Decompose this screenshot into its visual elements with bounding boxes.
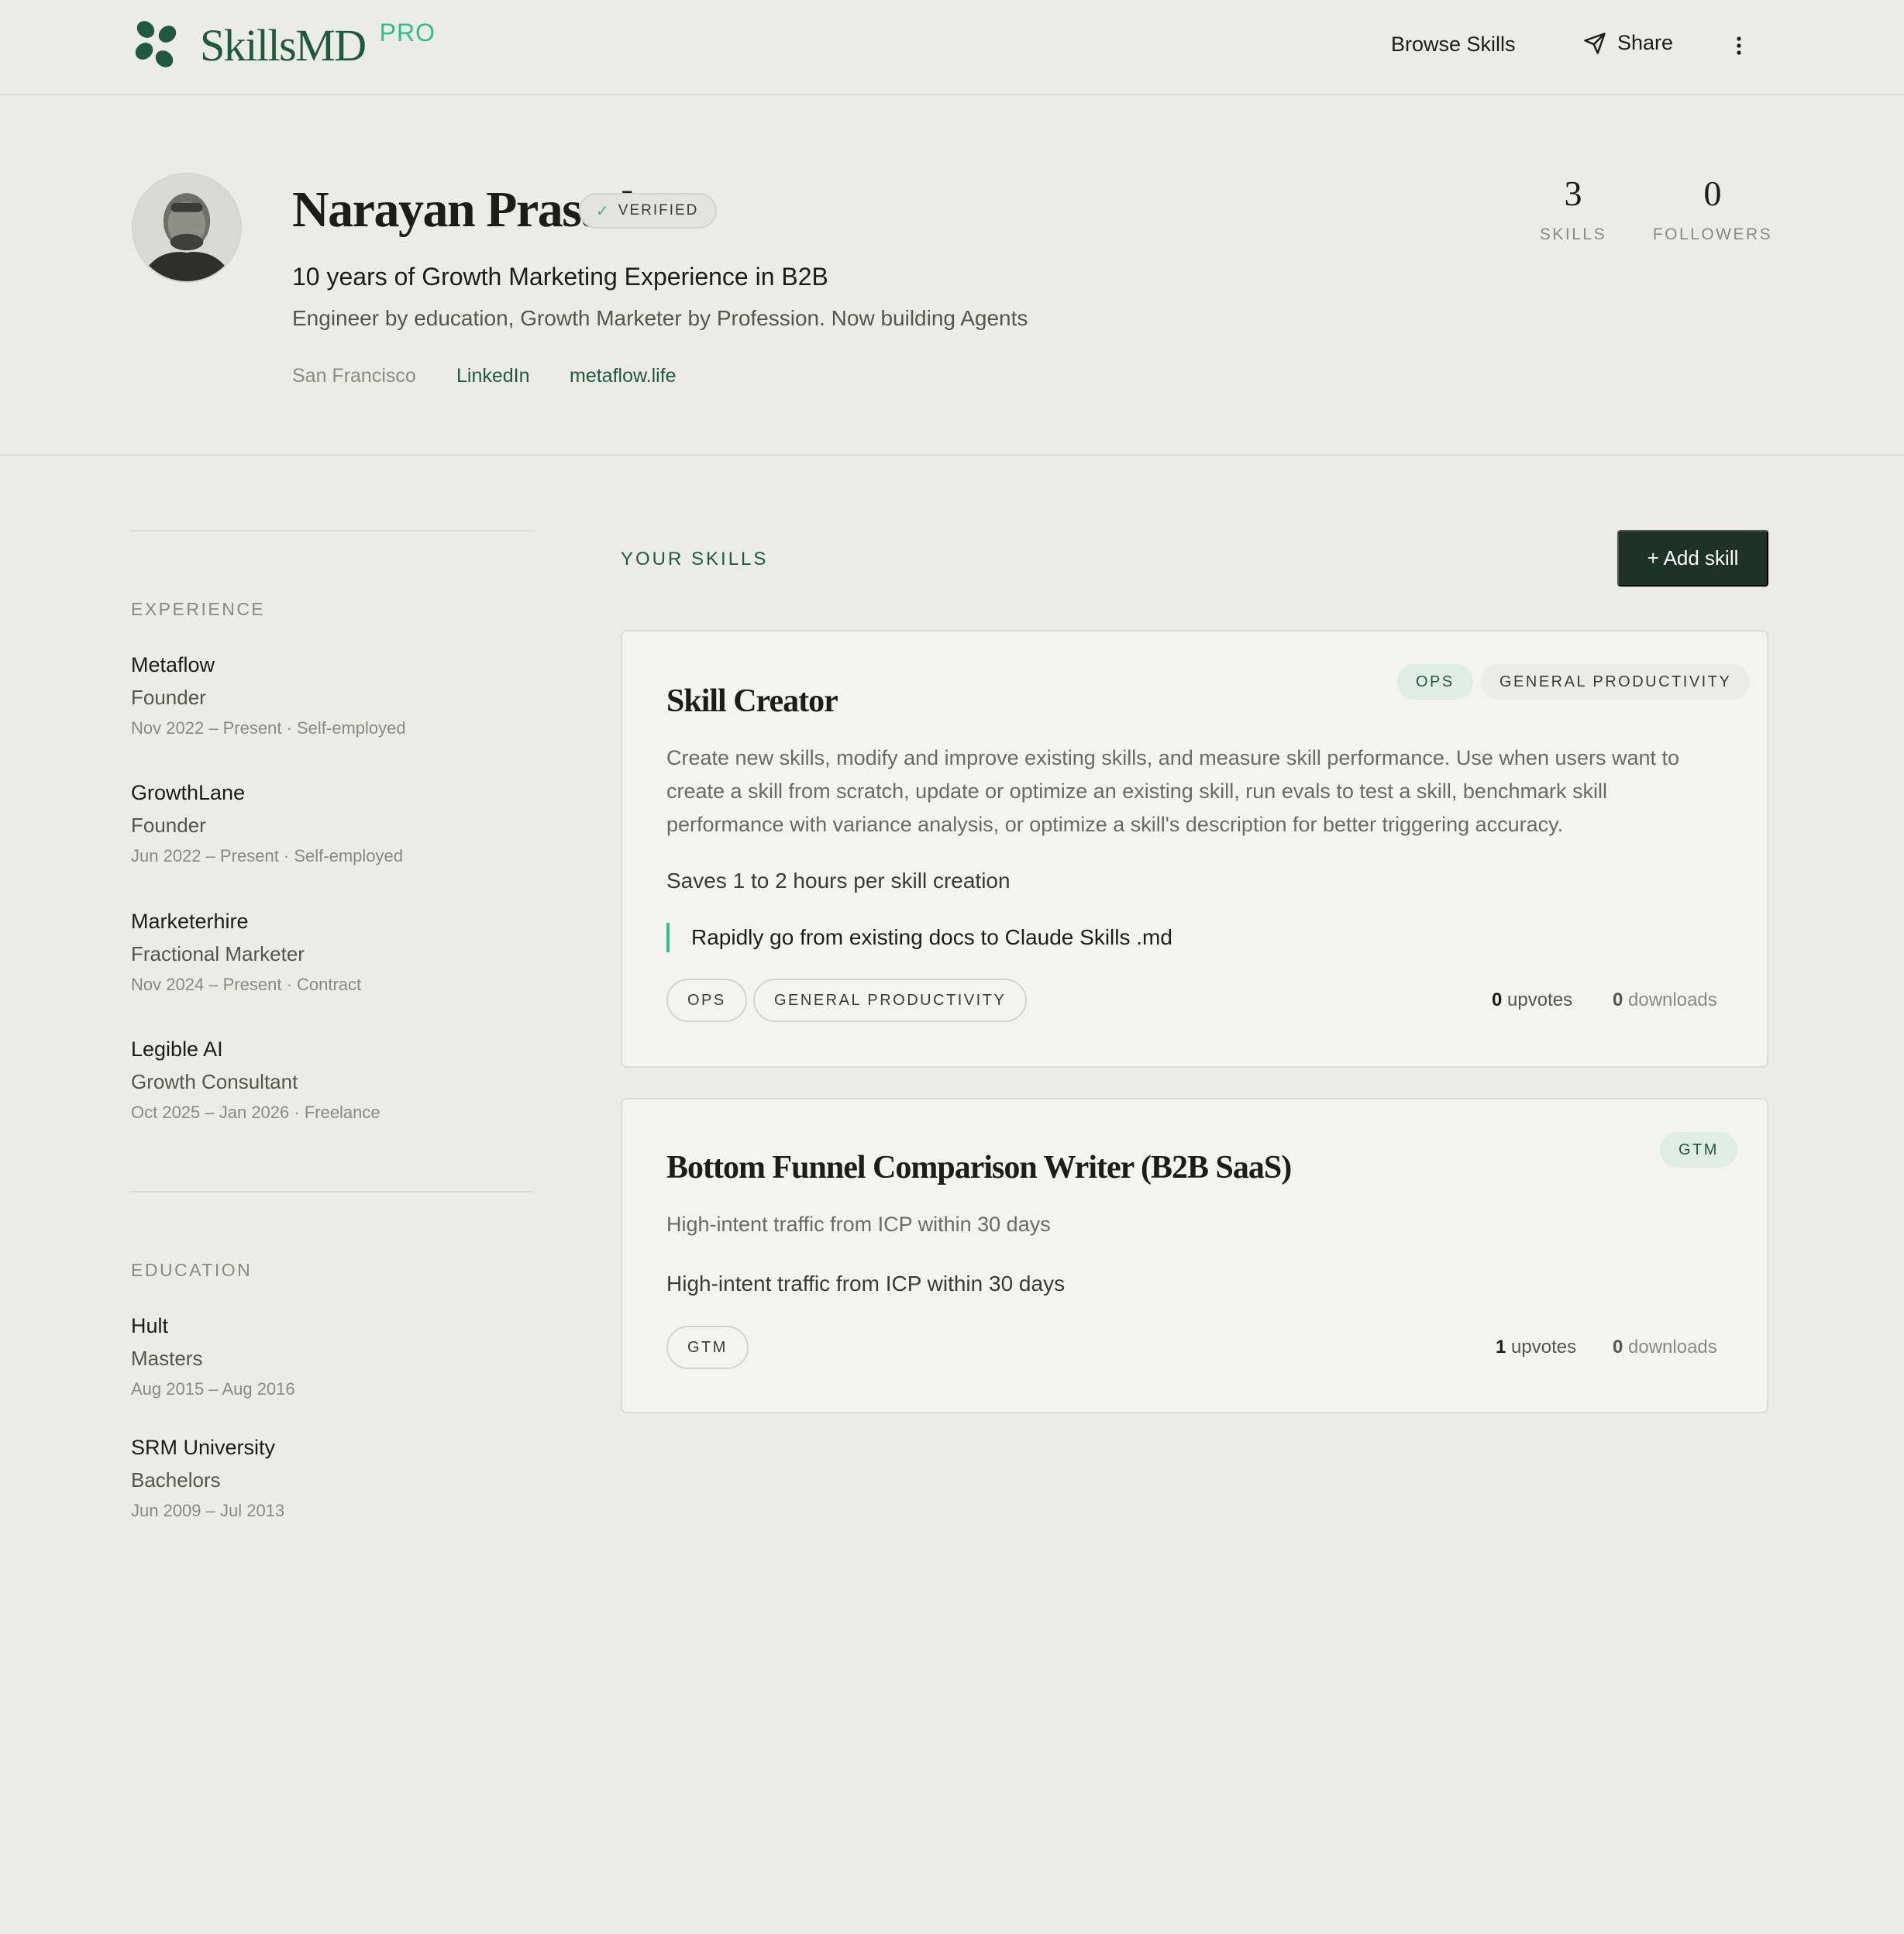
vertical-dots-icon[interactable] (1730, 31, 1748, 62)
clover-logo-icon (135, 21, 177, 67)
downloads-value: 0 (1613, 1337, 1623, 1358)
skill-card[interactable]: OPS GENERAL PRODUCTIVITY Skill Creator C… (621, 630, 1768, 1068)
upvotes-count[interactable]: 1 upvotes (1496, 1337, 1576, 1358)
tag-chip[interactable]: GTM (666, 1326, 749, 1369)
avatar (132, 173, 242, 283)
downloads-label: downloads (1628, 1337, 1717, 1358)
skill-time-saved: Saves 1 to 2 hours per skill creation (666, 869, 1011, 893)
education-heading: EDUCATION (131, 1260, 253, 1280)
skill-highlight: Rapidly go from existing docs to Claude … (666, 923, 1172, 952)
experience-role: Fractional Marketer (131, 942, 305, 965)
category-tag[interactable]: GTM (1660, 1132, 1737, 1168)
browse-skills-link[interactable]: Browse Skills (1391, 33, 1516, 57)
pro-badge: PRO (379, 19, 436, 46)
skill-card[interactable]: GTM Bottom Funnel Comparison Writer (B2B… (621, 1098, 1768, 1413)
upvotes-value: 1 (1496, 1337, 1506, 1358)
verified-label: VERIFIED (618, 202, 699, 219)
experience-org: GrowthLane (131, 781, 246, 804)
sidebar-divider (130, 530, 534, 532)
upvotes-label: upvotes (1507, 989, 1573, 1010)
downloads-count: 0 downloads (1613, 1337, 1717, 1358)
education-org: Hult (131, 1314, 169, 1337)
upvotes-count[interactable]: 0 upvotes (1492, 989, 1572, 1011)
add-skill-button[interactable]: + Add skill (1617, 530, 1768, 587)
followers-count: 0 (1703, 174, 1722, 213)
experience-item: Legible AI Growth Consultant Oct 2025 – … (131, 1036, 380, 1124)
experience-role: Founder (131, 814, 206, 837)
followers-count-stat[interactable]: 0 FOLLOWERS (1651, 173, 1775, 244)
brand-logo[interactable]: SkillsMD PRO (130, 17, 436, 73)
tag-chip[interactable]: OPS (666, 979, 747, 1022)
profile-location: San Francisco (292, 365, 416, 387)
skills-count-label: SKILLS (1539, 225, 1607, 243)
education-org: SRM University (131, 1436, 276, 1459)
education-item: SRM University Bachelors Jun 2009 – Jul … (131, 1434, 284, 1523)
brand-name: SkillsMD (200, 20, 367, 71)
skills-heading: YOUR SKILLS (621, 549, 769, 570)
experience-dates: Nov 2024 – Present · Contract (131, 975, 362, 994)
downloads-label: downloads (1628, 989, 1717, 1010)
experience-role: Founder (131, 686, 206, 709)
experience-org: Marketerhire (131, 910, 249, 933)
upvotes-value: 0 (1492, 989, 1503, 1010)
send-icon (1584, 32, 1606, 54)
experience-item: GrowthLane Founder Jun 2022 – Present · … (131, 779, 403, 868)
experience-dates: Jun 2022 – Present · Self-employed (131, 846, 403, 865)
skills-count-stat: 3 SKILLS (1538, 173, 1608, 244)
category-tag[interactable]: OPS (1397, 664, 1473, 700)
linkedin-link[interactable]: LinkedIn (456, 365, 530, 387)
education-item: Hult Masters Aug 2015 – Aug 2016 (131, 1313, 295, 1401)
profile-headline: 10 years of Growth Marketing Experience … (292, 263, 828, 291)
check-icon: ✓ (596, 202, 611, 220)
profile-header: Narayan Prasath ✓ VERIFIED 10 years of G… (0, 95, 1904, 456)
skill-description: Create new skills, modify and improve ex… (666, 746, 1680, 836)
experience-item: Marketerhire Fractional Marketer Nov 202… (131, 908, 361, 996)
downloads-value: 0 (1613, 989, 1623, 1010)
skill-time-saved: High-intent traffic from ICP within 30 d… (666, 1272, 1066, 1296)
tag-chip[interactable]: GENERAL PRODUCTIVITY (753, 979, 1028, 1022)
skill-title[interactable]: Skill Creator (666, 683, 838, 720)
website-link[interactable]: metaflow.life (570, 365, 677, 387)
experience-item: Metaflow Founder Nov 2022 – Present · Se… (131, 652, 406, 740)
share-button[interactable]: Share (1583, 31, 1673, 55)
education-dates: Aug 2015 – Aug 2016 (131, 1379, 295, 1399)
experience-dates: Oct 2025 – Jan 2026 · Freelance (131, 1103, 380, 1122)
education-degree: Masters (131, 1347, 203, 1370)
experience-org: Legible AI (131, 1038, 223, 1061)
skill-title[interactable]: Bottom Funnel Comparison Writer (B2B Saa… (666, 1149, 1292, 1186)
downloads-count: 0 downloads (1613, 989, 1717, 1011)
category-tag[interactable]: GENERAL PRODUCTIVITY (1481, 664, 1751, 700)
skills-count: 3 (1564, 174, 1582, 213)
education-dates: Jun 2009 – Jul 2013 (131, 1501, 285, 1520)
profile-bio: Engineer by education, Growth Marketer b… (292, 306, 1028, 330)
sidebar-divider (130, 1191, 534, 1192)
share-label: Share (1617, 31, 1674, 54)
experience-org: Metaflow (131, 653, 215, 676)
education-degree: Bachelors (131, 1468, 221, 1492)
experience-dates: Nov 2022 – Present · Self-employed (131, 718, 406, 738)
experience-role: Growth Consultant (131, 1070, 298, 1093)
skill-description: High-intent traffic from ICP within 30 d… (666, 1213, 1051, 1236)
top-bar: SkillsMD PRO Browse Skills Share (0, 0, 1904, 95)
verified-badge: ✓ VERIFIED (579, 193, 718, 229)
experience-heading: EXPERIENCE (131, 599, 266, 619)
followers-count-label: FOLLOWERS (1652, 225, 1773, 243)
upvotes-label: upvotes (1511, 1337, 1577, 1358)
